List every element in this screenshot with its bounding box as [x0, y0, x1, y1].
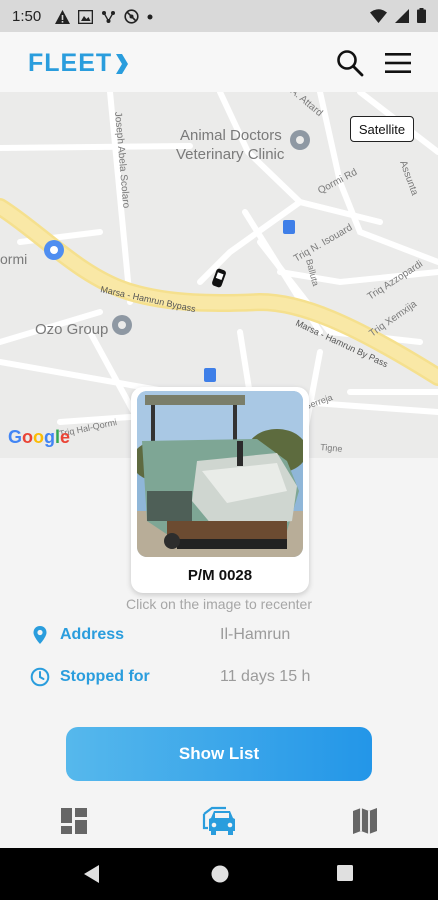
map-icon — [353, 808, 377, 834]
fleet-logo: FLEET — [28, 49, 129, 78]
search-icon[interactable] — [336, 49, 364, 77]
google-logo: Google — [8, 427, 71, 447]
status-icons-left — [55, 9, 153, 24]
location-pin-icon — [33, 626, 47, 644]
map-label: ormi — [0, 251, 27, 267]
logo-text: FLEET — [28, 49, 113, 77]
menu-icon[interactable] — [384, 51, 412, 75]
dashboard-icon — [61, 808, 87, 834]
stopped-row: Stopped for 11 days 15 h — [30, 665, 410, 689]
location-off-icon — [124, 9, 139, 24]
address-label: Address — [60, 626, 125, 643]
map-label: Ozo Group — [35, 321, 108, 338]
clock-icon — [30, 667, 50, 687]
bottom-nav — [0, 796, 438, 848]
vehicle-photo-image — [137, 391, 303, 557]
vehicle-card[interactable]: P/M 0028 — [131, 387, 309, 593]
network-icon — [102, 10, 115, 23]
gallery-icon — [78, 9, 93, 24]
android-nav-bar — [0, 848, 438, 900]
address-value: Il-Hamrun — [220, 626, 291, 643]
dot-icon — [147, 14, 153, 19]
battery-icon — [417, 8, 426, 23]
recenter-hint: Click on the image to recenter — [126, 596, 312, 612]
satellite-toggle-button[interactable]: Satellite — [350, 116, 414, 142]
map-label: Veterinary Clinic — [176, 146, 285, 163]
nav-dashboard[interactable] — [57, 804, 91, 838]
signal-icon — [395, 8, 409, 23]
stopped-label: Stopped for — [60, 668, 150, 685]
stopped-value: 11 days 15 h — [220, 668, 311, 685]
recents-icon[interactable] — [337, 865, 353, 881]
nav-vehicles[interactable] — [202, 804, 236, 838]
app-header: FLEET — [0, 32, 438, 92]
wifi-icon — [370, 8, 387, 23]
status-icons-right — [370, 8, 426, 23]
back-icon[interactable] — [84, 865, 100, 883]
home-icon[interactable] — [211, 865, 229, 883]
address-row: Address Il-Hamrun — [30, 623, 410, 647]
map-label: Animal Doctors — [180, 127, 282, 144]
vehicle-icon — [202, 806, 235, 835]
map-label: Tigne — [320, 442, 343, 454]
status-time: 1:50 — [12, 8, 42, 25]
status-bar: 1:50 — [0, 0, 438, 32]
warning-icon — [55, 9, 70, 24]
vehicle-photo[interactable] — [137, 391, 303, 557]
logo-chevron-icon — [116, 53, 129, 74]
show-list-button[interactable]: Show List — [66, 727, 372, 781]
vehicle-name: P/M 0028 — [187, 567, 253, 584]
nav-map[interactable] — [348, 804, 382, 838]
